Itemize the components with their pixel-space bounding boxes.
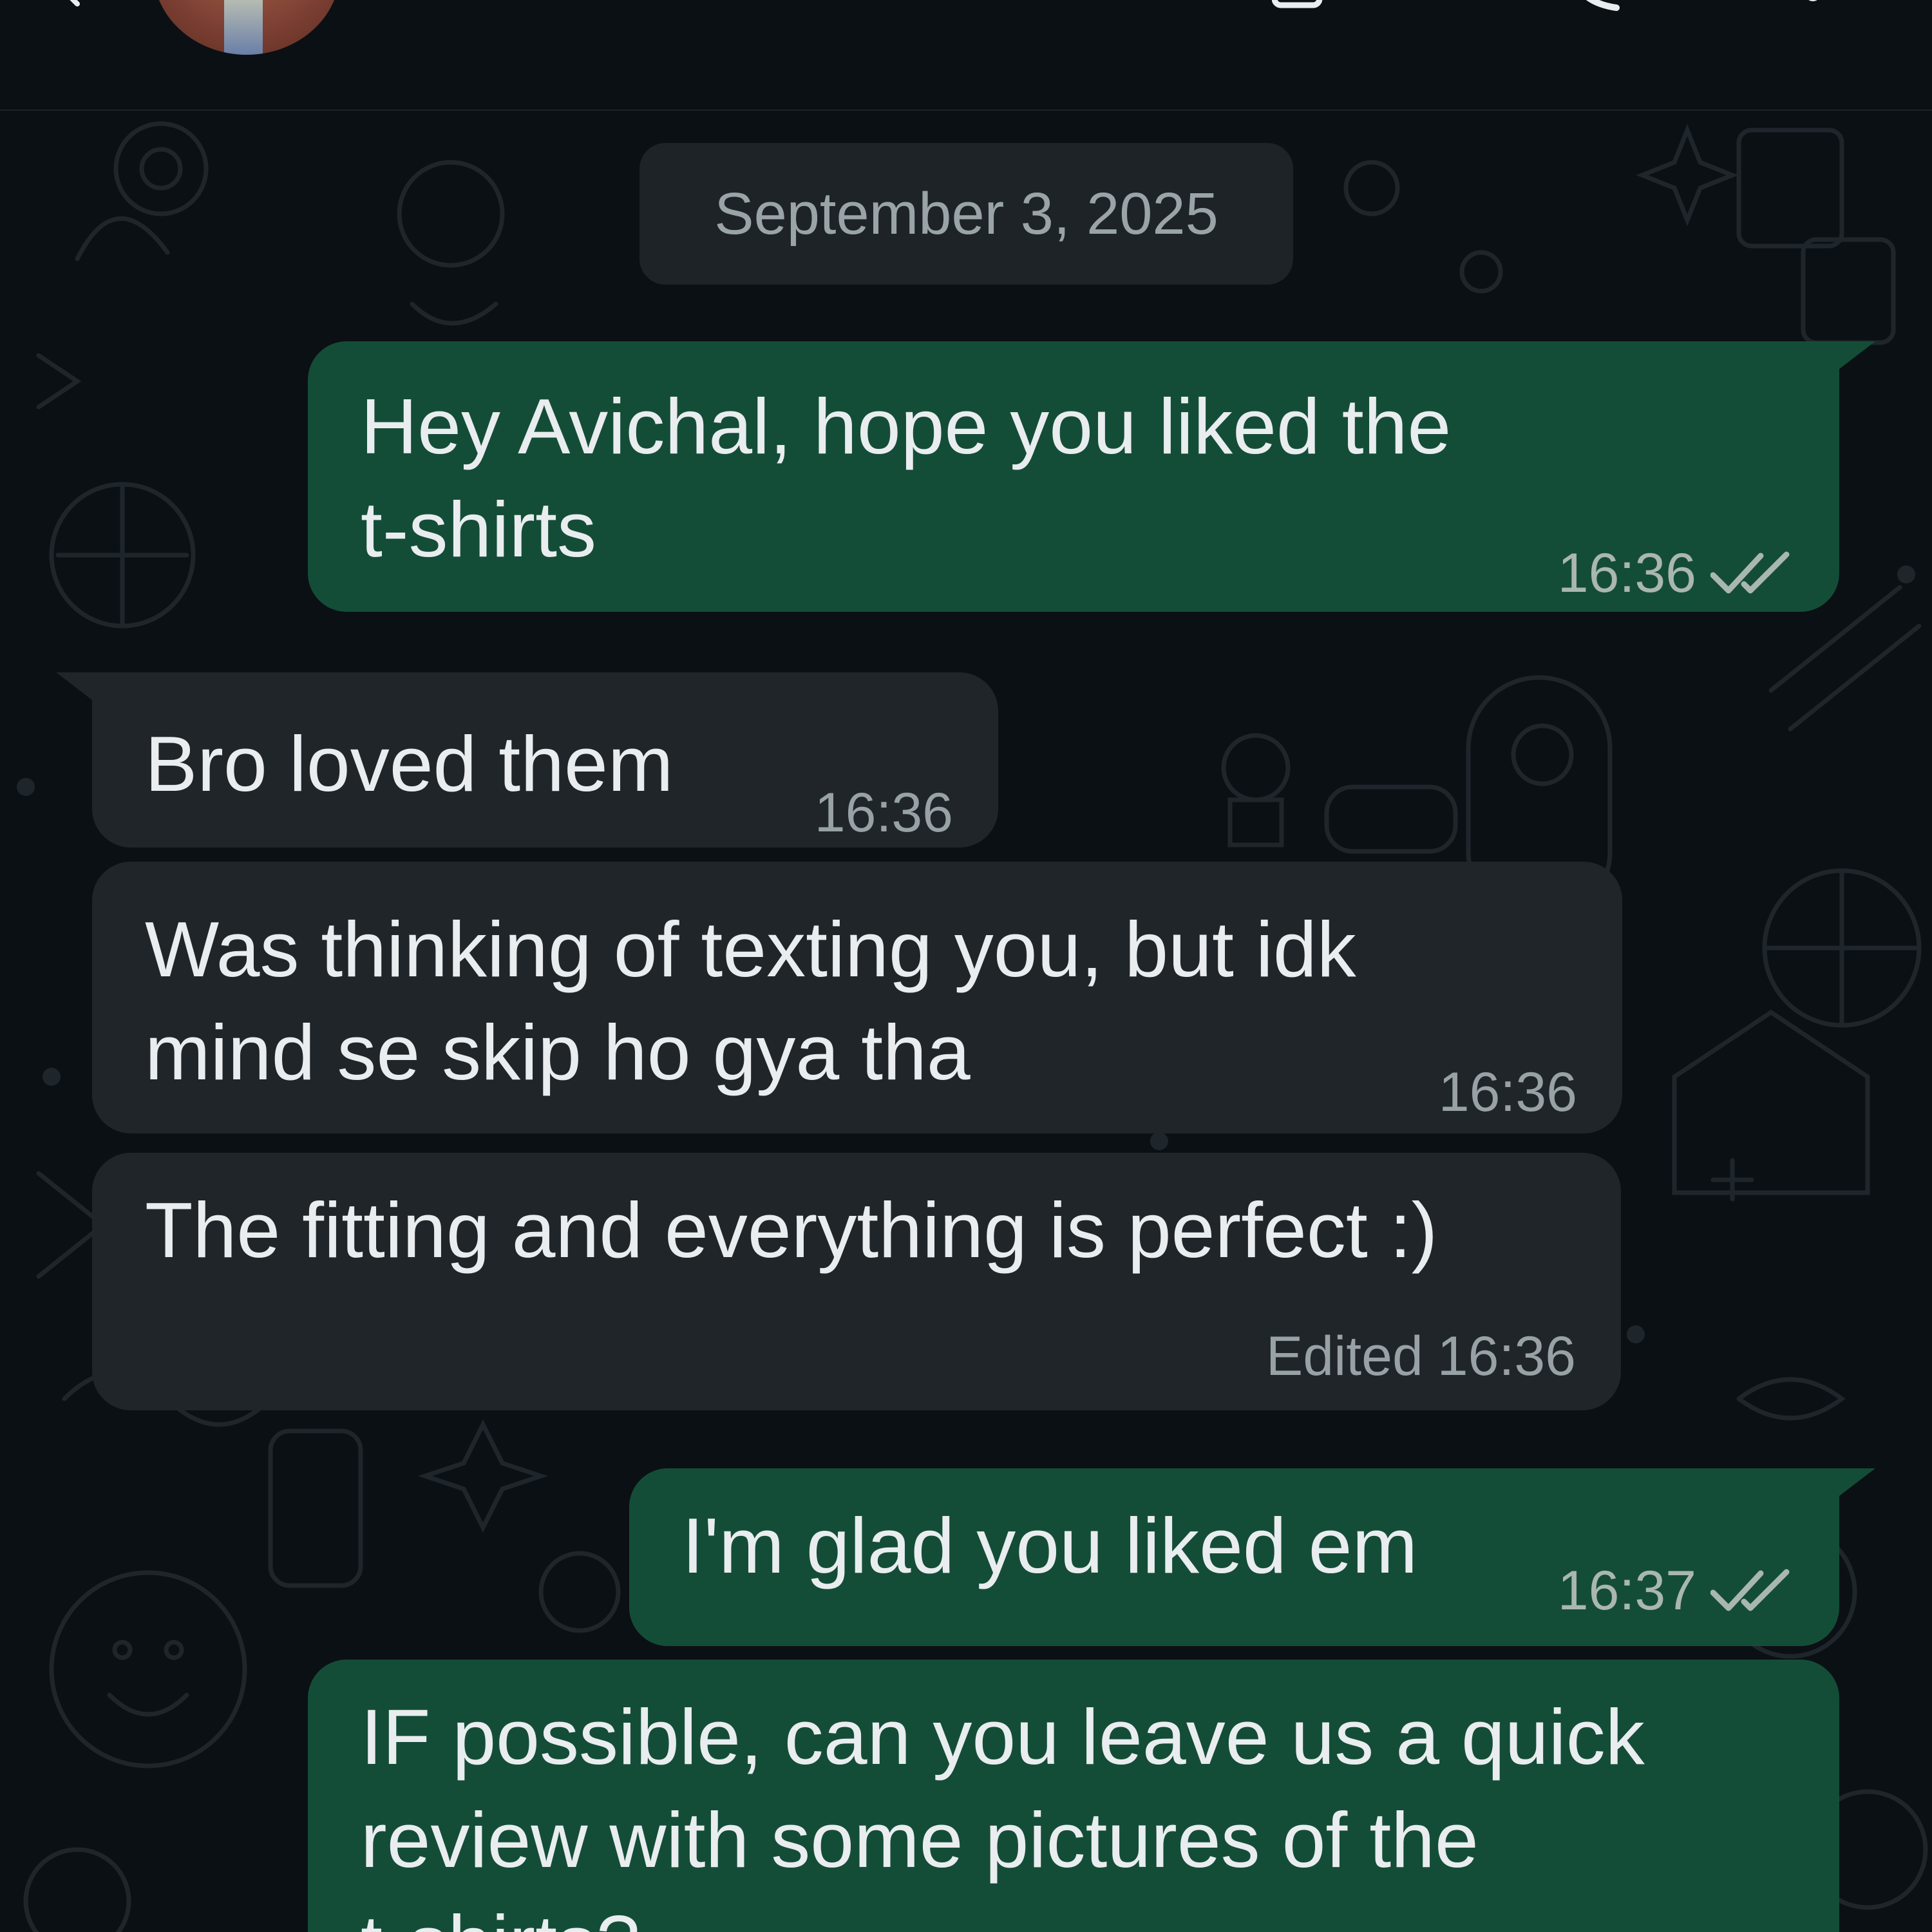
message-meta: Edited 16:36 [1266,1324,1576,1388]
outgoing-message[interactable]: IF possible, can you leave us a quick re… [308,1660,1839,1932]
more-vertical-icon[interactable] [1803,0,1823,6]
message-meta: 16:37 [1558,1558,1794,1623]
chat-header [0,0,1932,111]
message-text: The fitting and everything is perfect :) [145,1186,1438,1274]
bubble-tail [56,672,95,702]
arrow-left-icon[interactable] [62,0,100,6]
message-text: I'm glad you liked em [682,1502,1418,1589]
message-time: 16:37 [1557,1560,1696,1622]
message-meta: 16:36 [815,781,953,845]
avatar-photo [224,0,263,55]
incoming-message[interactable]: Was thinking of texting you, but idk min… [92,862,1622,1133]
message-time: 16:36 [1557,542,1696,604]
message-text: IF possible, can you leave us a quick re… [361,1693,1645,1932]
edited-label: Edited [1265,1325,1423,1387]
message-time: 16:36 [814,782,953,844]
incoming-message[interactable]: The fitting and everything is perfect :)… [92,1153,1621,1410]
chat-screen: September 3, 2025 Hey Avichal, hope you … [0,0,1932,1932]
message-meta: 16:36 [1558,541,1794,605]
message-list[interactable]: September 3, 2025 Hey Avichal, hope you … [0,111,1932,1932]
incoming-message[interactable]: Bro loved them 16:36 [56,672,998,848]
outgoing-message[interactable]: I'm glad you liked em 16:37 [629,1468,1875,1646]
date-divider: September 3, 2025 [639,143,1293,285]
bubble-tail [1837,1468,1875,1498]
date-label: September 3, 2025 [714,180,1218,247]
double-check-read-icon [1710,551,1790,594]
bubble-tail [1837,341,1875,371]
contact-avatar[interactable] [153,0,340,55]
message-text: Hey Avichal, hope you liked the t-shirts [361,383,1452,573]
message-time: 16:36 [1437,1325,1576,1387]
message-meta: 16:36 [1439,1060,1577,1124]
phone-icon[interactable] [1571,0,1623,13]
message-text: Bro loved them [145,720,674,808]
message-time: 16:36 [1438,1061,1577,1123]
message-text: Was thinking of texting you, but idk min… [145,905,1356,1096]
outgoing-message[interactable]: Hey Avichal, hope you liked the t-shirts… [308,341,1875,612]
double-check-read-icon [1710,1569,1790,1611]
video-camera-icon[interactable] [1272,0,1343,10]
